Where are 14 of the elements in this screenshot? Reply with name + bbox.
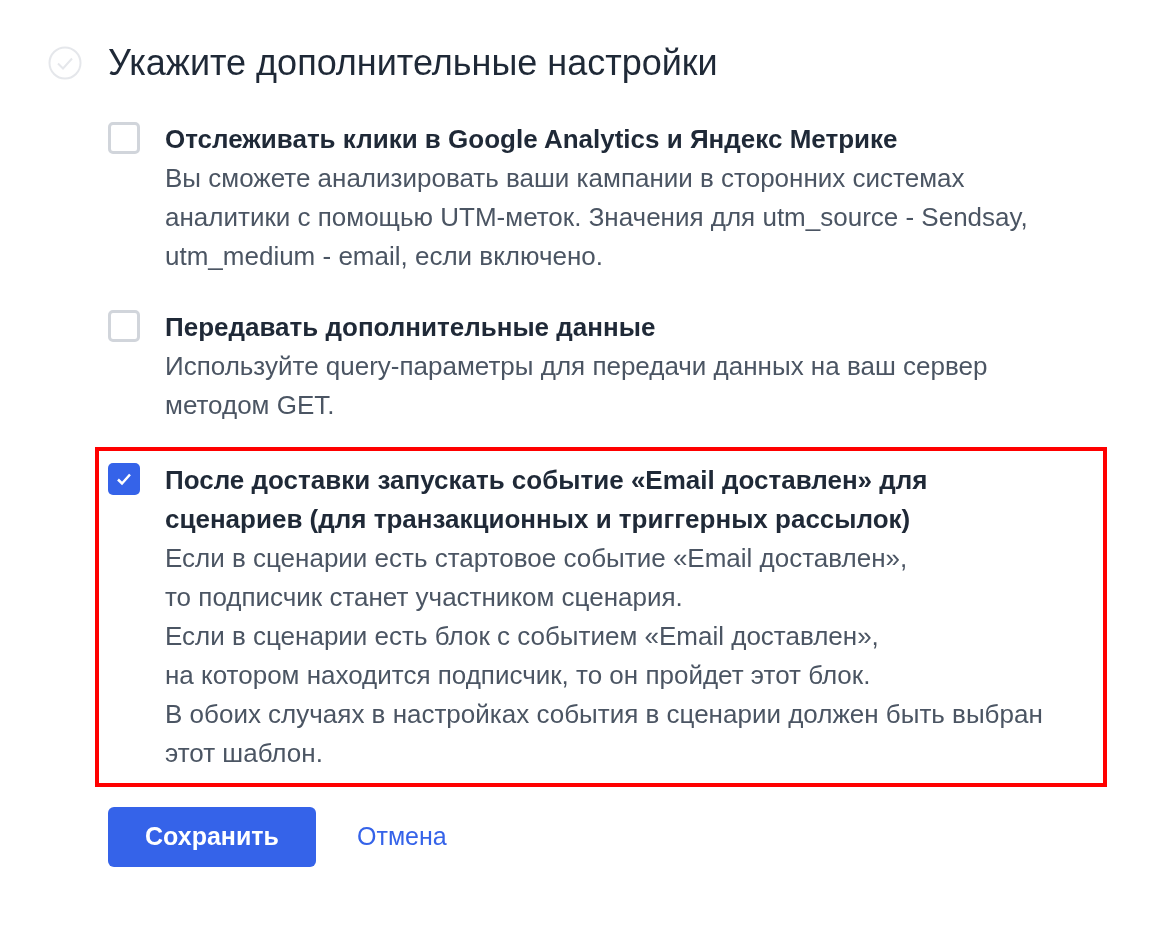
section-title: Укажите дополнительные настройки <box>108 41 718 85</box>
checkbox[interactable] <box>108 463 140 495</box>
option-label[interactable]: Передавать дополнительные данные <box>165 308 1005 347</box>
option-description: Если в сценарии есть блок с событием «Email доставлен», на котором находится подписчик, то он пройдет этот блок. <box>165 620 880 692</box>
option-description: Используйте query-параметры для передачи данных на ваш сервер методом GET. <box>165 350 989 422</box>
save-button[interactable]: Сохранить <box>108 807 316 867</box>
option-label[interactable]: Отслеживать клики в Google Analytics и Яндекс Метрике <box>165 120 1005 159</box>
option-description: Вы сможете анализировать ваши кампании в сторонних системах аналитики с помощью UTM-меток. Значения для utm_source - Sendsay, utm_medium - email, если включено. <box>165 162 1029 273</box>
option-description: Если в сценарии есть стартовое событие «Email доставлен», то подписчик станет участником сценария. <box>165 542 909 614</box>
cancel-link[interactable]: Отмена <box>357 818 447 856</box>
checkbox[interactable] <box>108 122 140 154</box>
option-description: В обоих случаях в настройках события в сценарии должен быть выбран этот шаблон. <box>165 698 1044 770</box>
option-label[interactable]: После доставки запускать событие «Email доставлен» для сценариев (для транзакционных и триггерных рассылок) <box>165 461 1005 539</box>
checkbox[interactable] <box>108 310 140 342</box>
